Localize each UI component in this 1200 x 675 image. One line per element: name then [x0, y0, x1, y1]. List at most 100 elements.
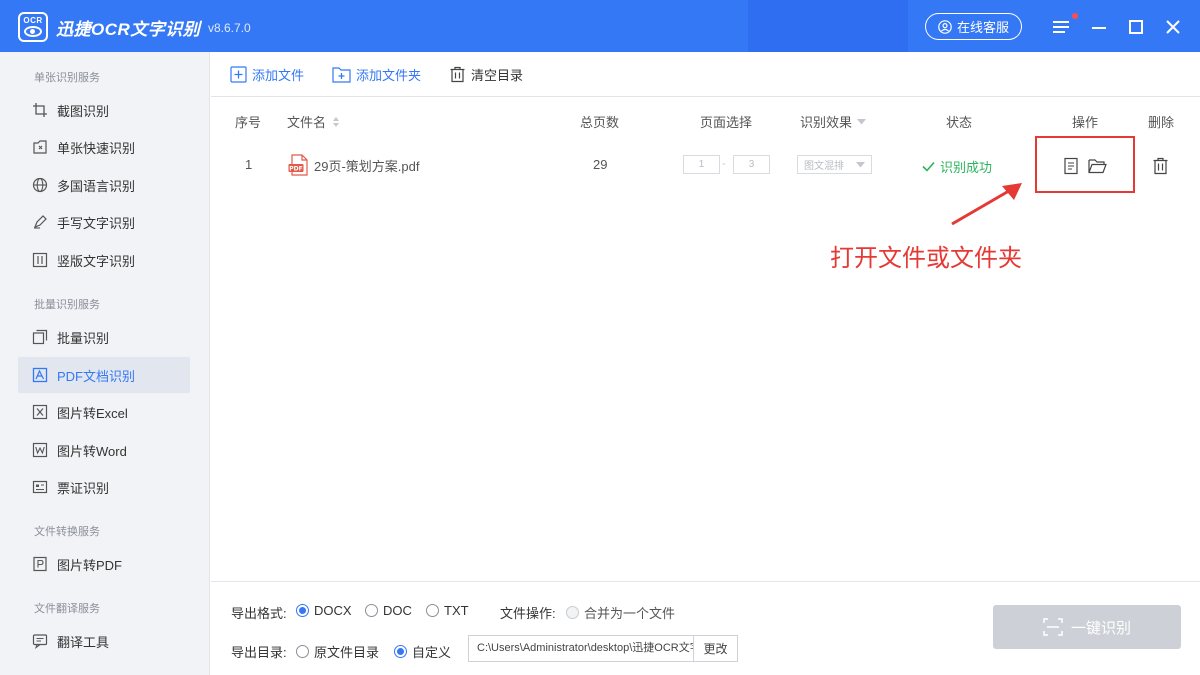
close-button[interactable]: [1160, 14, 1186, 40]
maximize-button[interactable]: [1123, 14, 1149, 40]
minimize-icon: [1092, 27, 1106, 29]
app-version: v8.6.7.0: [208, 21, 251, 35]
sidebar-item-label: 票证识别: [57, 480, 110, 496]
trash-icon: [1153, 157, 1168, 175]
radio-dot: [296, 645, 309, 658]
add-folder-button[interactable]: 添加文件夹: [332, 65, 421, 84]
sidebar-item-batch[interactable]: 批量识别: [18, 319, 190, 355]
column-header-page-select: 页面选择: [700, 115, 753, 130]
column-header-effect[interactable]: 识别效果: [800, 112, 867, 131]
sidebar-item-ticket[interactable]: 票证识别: [18, 469, 190, 505]
sidebar-item-vertical[interactable]: 竖版文字识别: [18, 242, 190, 278]
svg-text:PDF: PDF: [289, 166, 302, 173]
minimize-button[interactable]: [1086, 14, 1112, 40]
sidebar-item-handwriting[interactable]: 手写文字识别: [18, 204, 190, 240]
row-status: 识别成功: [922, 157, 992, 176]
column-header-total-pages: 总页数: [580, 115, 620, 130]
change-path-button[interactable]: 更改: [694, 635, 738, 662]
radio-dot: [394, 645, 407, 658]
online-service-label: 在线客服: [956, 20, 1009, 35]
sidebar-item-label: 图片转PDF: [57, 557, 123, 573]
pen-icon: [32, 214, 48, 230]
sidebar-item-label: 批量识别: [57, 330, 110, 346]
close-icon: [1166, 20, 1180, 34]
translate-icon: [32, 633, 48, 649]
format-doc-label: DOC: [383, 603, 412, 618]
format-doc-radio[interactable]: DOC: [365, 603, 412, 618]
annotation-arrow: [951, 183, 1022, 226]
clear-list-button[interactable]: 清空目录: [449, 65, 523, 84]
app-title: 迅捷OCR文字识别: [56, 20, 201, 39]
section-title-batch: 批量识别服务: [34, 299, 100, 311]
add-file-button[interactable]: 添加文件: [230, 65, 304, 84]
row-filename-label: 29页-策划方案.pdf: [314, 158, 420, 174]
row-filename: PDF 29页-策划方案.pdf: [288, 154, 419, 176]
section-title-convert: 文件转换服务: [34, 526, 100, 538]
effect-select[interactable]: 图文混排: [797, 155, 872, 174]
maximize-icon: [1129, 20, 1143, 34]
file-operation-label: 文件操作:: [500, 606, 556, 621]
logo-text: OCR: [23, 16, 43, 25]
pdf-file-icon: PDF: [288, 154, 308, 176]
toolbar: 添加文件 添加文件夹 清空目录: [211, 52, 1200, 97]
scan-icon: [1043, 618, 1063, 636]
delete-row-button[interactable]: [1152, 157, 1169, 178]
row-total-pages: 29: [593, 157, 608, 172]
export-path-field[interactable]: C:\Users\Administrator\desktop\迅捷OCR文字识别: [468, 635, 694, 662]
merge-files-radio[interactable]: 合并为一个文件: [566, 603, 675, 622]
page-to-input[interactable]: 3: [733, 155, 770, 174]
add-file-label: 添加文件: [252, 68, 305, 83]
title-bar-accent: [748, 0, 908, 52]
page-from-input[interactable]: 1: [683, 155, 720, 174]
export-format-label: 导出格式:: [231, 606, 287, 621]
annotation-text: 打开文件或文件夹: [830, 244, 1022, 272]
sidebar-item-excel[interactable]: 图片转Excel: [18, 394, 190, 430]
column-header-status: 状态: [946, 115, 973, 130]
caret-down-icon: [857, 118, 867, 124]
sidebar-item-pdf[interactable]: PDF文档识别: [18, 357, 190, 393]
row-index: 1: [245, 157, 253, 172]
dir-custom-radio[interactable]: 自定义: [394, 642, 451, 661]
sidebar-item-multilang[interactable]: 多国语言识别: [18, 167, 190, 203]
add-file-icon: [230, 66, 247, 83]
globe-icon: [32, 177, 48, 193]
sidebar-item-label: 图片转Word: [57, 443, 127, 459]
radio-dot: [296, 604, 309, 617]
batch-icon: [32, 329, 48, 345]
start-recognition-button[interactable]: 一键识别: [993, 605, 1181, 649]
column-header-actions: 操作: [1072, 115, 1099, 130]
eye-icon: [24, 26, 42, 37]
hamburger-icon: [1053, 21, 1069, 33]
sidebar-item-quick[interactable]: 单张快速识别: [18, 129, 190, 165]
sidebar-item-label: PDF文档识别: [57, 368, 136, 384]
sidebar-item-translate[interactable]: 翻译工具: [18, 623, 190, 659]
footer-panel: 导出格式: DOCX DOC TXT 文件操作: 合并为一个文件 导出目录: 原…: [211, 581, 1200, 675]
sidebar: 单张识别服务 截图识别 单张快速识别 多国语言识别 手写文字识别 竖版文字识别 …: [0, 52, 210, 675]
sidebar-item-image-pdf[interactable]: 图片转PDF: [18, 546, 190, 582]
image-pdf-icon: [32, 556, 48, 572]
online-service-button[interactable]: 在线客服: [925, 13, 1022, 40]
format-docx-label: DOCX: [314, 603, 352, 618]
start-recognition-label: 一键识别: [1070, 619, 1131, 637]
chevron-down-icon: [856, 161, 865, 167]
section-title-single: 单张识别服务: [34, 72, 100, 84]
quick-scan-icon: [32, 139, 48, 155]
dir-custom-label: 自定义: [412, 645, 452, 660]
sort-icon: [333, 116, 340, 127]
column-header-delete: 删除: [1148, 115, 1175, 130]
dir-original-radio[interactable]: 原文件目录: [296, 642, 379, 661]
dir-original-label: 原文件目录: [314, 645, 380, 660]
column-header-filename[interactable]: 文件名: [287, 112, 340, 131]
format-txt-radio[interactable]: TXT: [426, 603, 469, 618]
check-icon: [922, 161, 935, 172]
sidebar-item-screenshot[interactable]: 截图识别: [18, 92, 190, 128]
menu-button[interactable]: [1048, 14, 1074, 40]
format-docx-radio[interactable]: DOCX: [296, 603, 352, 618]
trash-icon: [450, 66, 465, 83]
app-logo: OCR: [18, 12, 48, 42]
merge-files-label: 合并为一个文件: [584, 606, 676, 621]
sidebar-item-word[interactable]: 图片转Word: [18, 432, 190, 468]
add-folder-icon: [332, 67, 351, 83]
title-bar: OCR 迅捷OCR文字识别 v8.6.7.0 在线客服: [0, 0, 1200, 52]
export-dir-label: 导出目录:: [231, 645, 287, 660]
